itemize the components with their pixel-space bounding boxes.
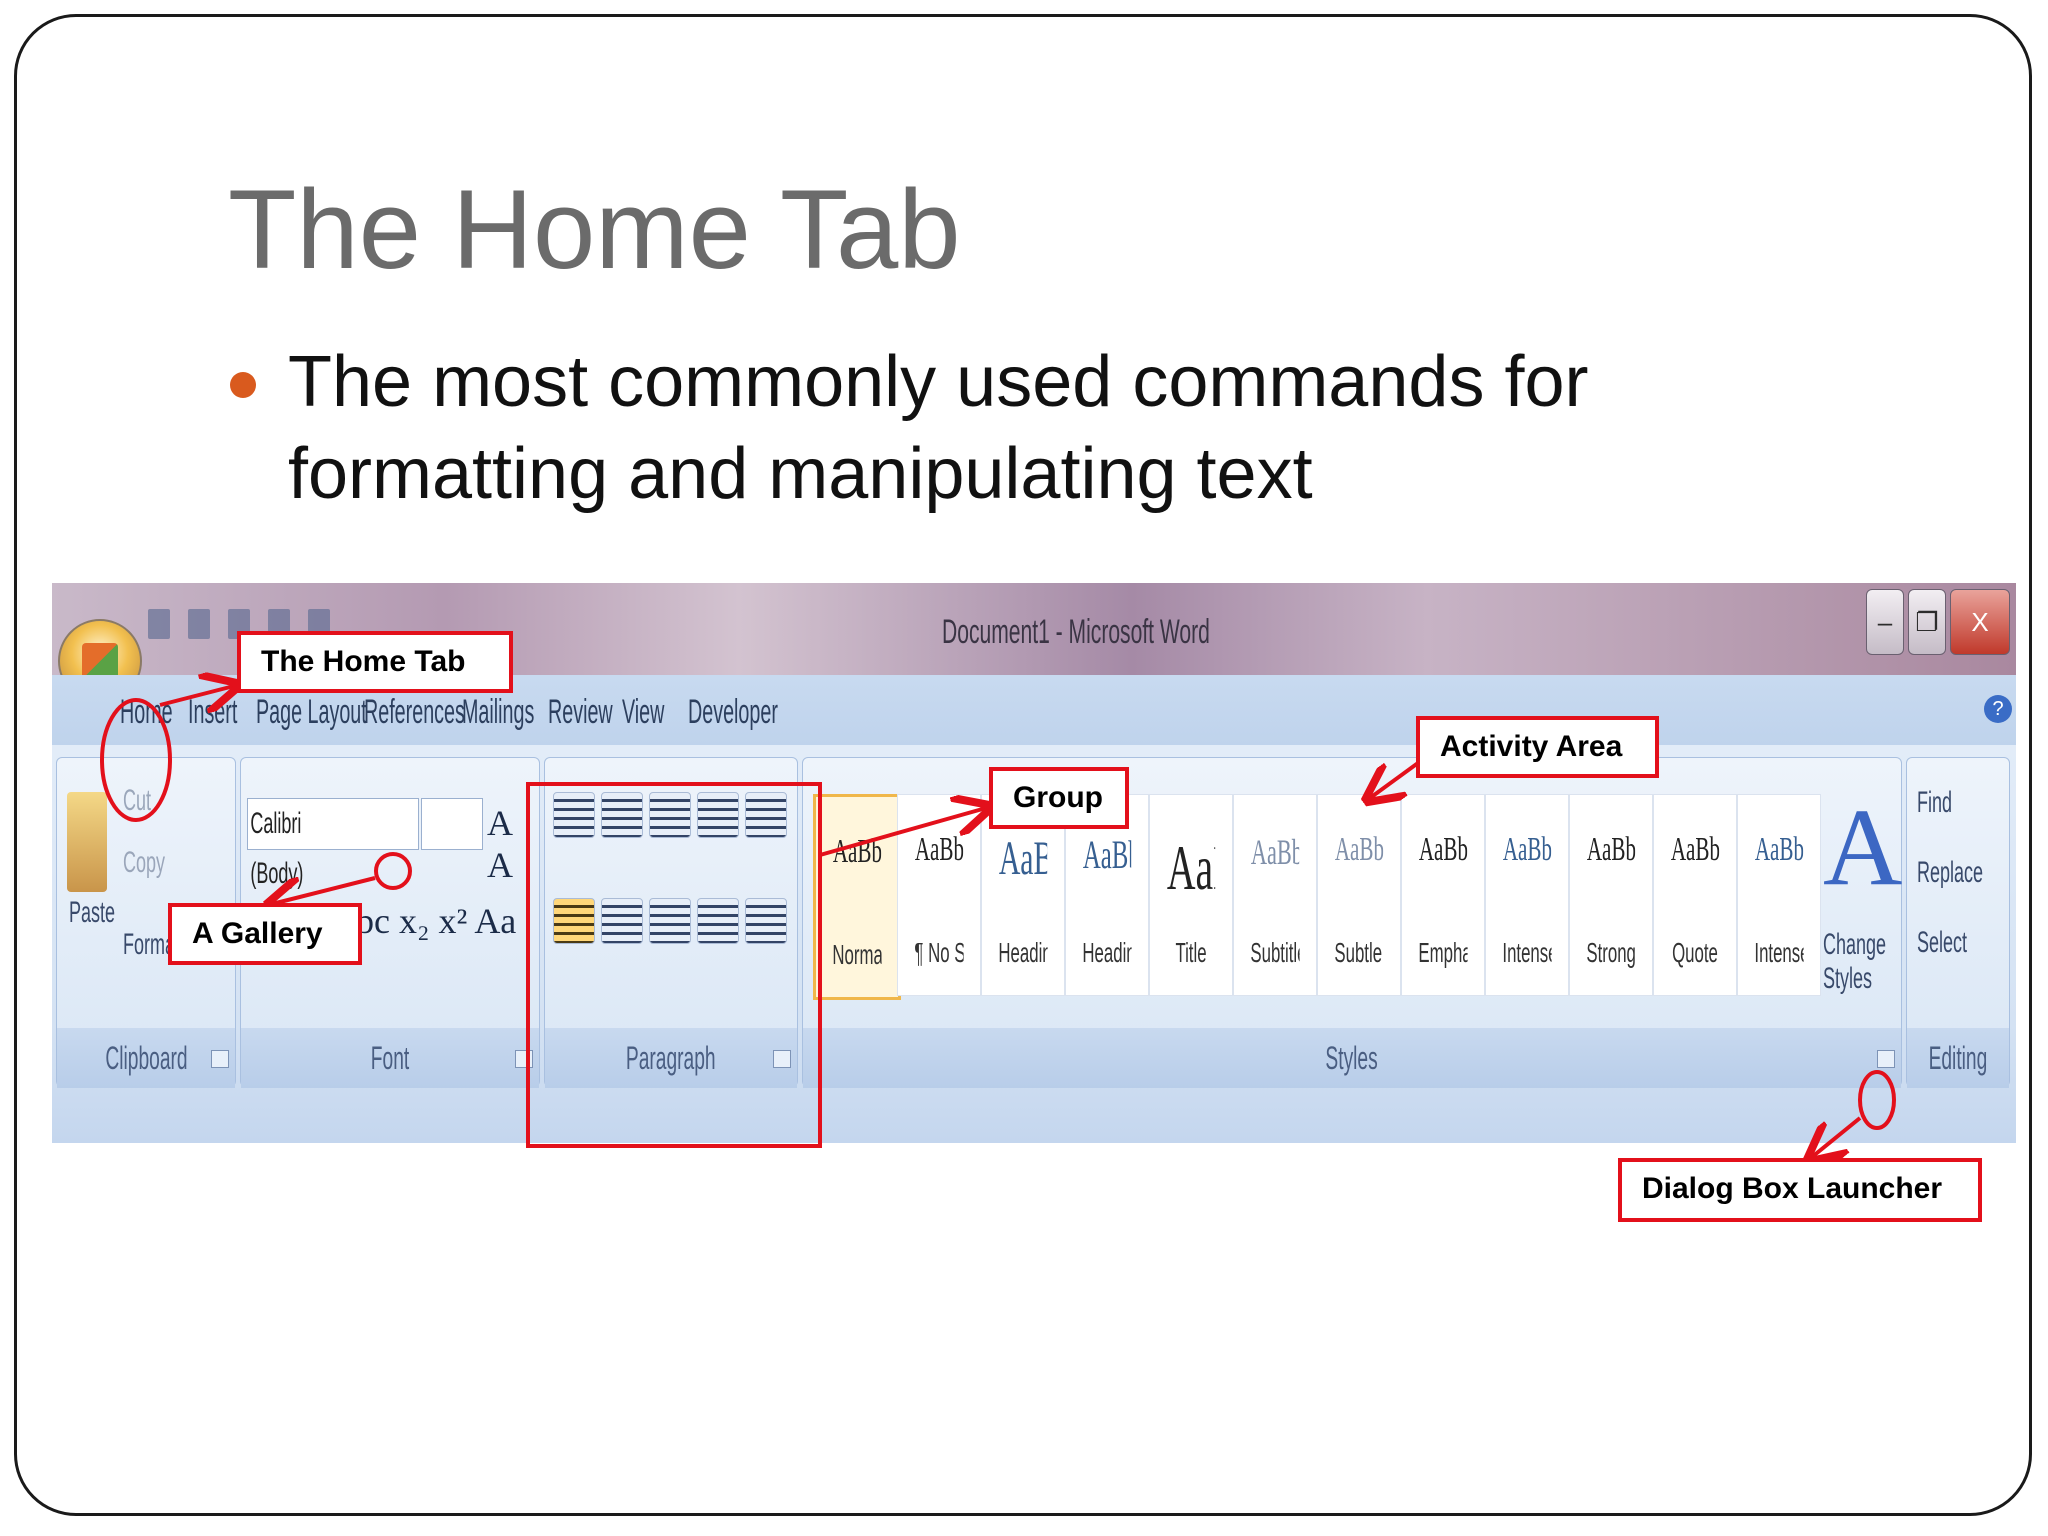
- style-name: Normal: [832, 939, 882, 970]
- clipboard-dialog-launcher[interactable]: [211, 1050, 229, 1068]
- style-name: Quote: [1672, 937, 1718, 968]
- tab-insert[interactable]: Insert: [188, 693, 237, 732]
- style-swatch[interactable]: AaBbCcDi Subtle Em...: [1317, 794, 1401, 996]
- style-sample: AaBbCcDc: [832, 833, 882, 870]
- paste-icon[interactable]: [67, 792, 107, 892]
- style-name: ¶ No Spaci...: [914, 937, 963, 968]
- window-title: Document1 - Microsoft Word: [942, 613, 1210, 651]
- copy-button[interactable]: Copy: [123, 846, 165, 880]
- change-styles-label: Change Styles: [1823, 928, 1887, 995]
- change-styles-button[interactable]: A Change Styles: [1819, 758, 1903, 1028]
- style-swatch[interactable]: AaBbCcDi Quote: [1653, 794, 1737, 996]
- replace-button[interactable]: Replace: [1917, 856, 1983, 890]
- tab-developer[interactable]: Developer: [688, 693, 778, 732]
- office-logo-icon: [82, 643, 118, 679]
- tab-mailings[interactable]: Mailings: [462, 693, 534, 732]
- group-label-styles: Styles: [803, 1028, 1901, 1088]
- style-swatch[interactable]: AaBbCcDc ¶ No Spaci...: [897, 794, 981, 996]
- window-controls: – ❐ X: [1866, 589, 2010, 655]
- style-sample: AaBbCcDi: [1418, 831, 1468, 868]
- style-sample: AaBbCcDi: [1502, 831, 1552, 868]
- style-swatch[interactable]: AaBbCcDi Intense E...: [1485, 794, 1569, 996]
- style-name: Intense Q...: [1754, 937, 1803, 968]
- style-sample: AaBbC: [998, 832, 1047, 885]
- bullet-dot: [230, 372, 256, 398]
- group-label-font: Font: [241, 1028, 539, 1088]
- grow-shrink-font[interactable]: A A: [487, 802, 539, 886]
- paste-button[interactable]: Paste: [69, 896, 115, 930]
- tab-home[interactable]: Home: [120, 693, 173, 732]
- restore-button[interactable]: ❐: [1908, 589, 1946, 655]
- save-icon[interactable]: [148, 609, 170, 639]
- style-name: Subtle Em...: [1334, 937, 1383, 968]
- group-paragraph: Paragraph: [544, 757, 798, 1088]
- undo-icon[interactable]: [188, 609, 210, 639]
- cut-button[interactable]: Cut: [123, 784, 151, 818]
- style-name: Heading 2: [1082, 937, 1131, 968]
- paragraph-align-buttons[interactable]: [553, 898, 793, 949]
- select-button[interactable]: Select: [1917, 926, 1967, 960]
- change-styles-icon: A: [1823, 786, 1903, 908]
- style-sample: AaBbCcDi: [1670, 831, 1720, 868]
- callout-group: Group: [989, 767, 1129, 829]
- font-dialog-launcher[interactable]: [515, 1050, 533, 1068]
- callout-gallery: A Gallery: [168, 903, 362, 965]
- style-sample: AaBbCcDc: [1586, 831, 1636, 868]
- styles-dialog-launcher[interactable]: [1877, 1050, 1895, 1068]
- callout-dialog-box-launcher: Dialog Box Launcher: [1618, 1158, 1982, 1222]
- close-button[interactable]: X: [1950, 589, 2010, 655]
- style-name: Title: [1175, 937, 1207, 968]
- tab-review[interactable]: Review: [548, 693, 613, 732]
- style-swatch[interactable]: AaBbCcDi Emphasis: [1401, 794, 1485, 996]
- group-label-paragraph: Paragraph: [545, 1028, 797, 1088]
- style-sample: AaBbCcDi: [1334, 831, 1384, 868]
- style-name: Strong: [1586, 937, 1636, 968]
- font-size-dropdown[interactable]: [421, 798, 483, 850]
- style-sample: AaBbCcDi: [1754, 831, 1804, 868]
- tab-references[interactable]: References: [364, 693, 465, 732]
- style-sample: AaBbCc.: [1250, 832, 1299, 872]
- tab-view[interactable]: View: [622, 693, 664, 732]
- style-sample: AaBbCc: [1082, 832, 1131, 877]
- style-swatch[interactable]: AaBbCcDc Strong: [1569, 794, 1653, 996]
- slide-title: The Home Tab: [228, 167, 961, 292]
- style-name: Emphasis: [1418, 937, 1467, 968]
- find-button[interactable]: Find: [1917, 786, 1952, 820]
- font-name-dropdown[interactable]: Calibri (Body): [247, 798, 419, 890]
- style-swatch[interactable]: AaB Title: [1149, 794, 1233, 996]
- style-name: Subtitle: [1250, 937, 1299, 968]
- style-swatch[interactable]: AaBbCcDi Intense Q...: [1737, 794, 1821, 996]
- bullet-text: The most commonly used commands for form…: [288, 342, 1589, 514]
- tab-page-layout[interactable]: Page Layout: [256, 693, 367, 732]
- group-styles: AaBbCcDcNormalAaBbCcDc¶ No Spaci...AaBbC…: [802, 757, 1903, 1088]
- style-swatch[interactable]: AaBbCcDc Normal: [813, 794, 901, 1000]
- group-editing: Find Replace Select Editing: [1906, 757, 2010, 1088]
- callout-activity-area: Activity Area: [1416, 716, 1659, 778]
- style-name: Heading 1: [998, 937, 1047, 968]
- minimize-button[interactable]: –: [1866, 589, 1904, 655]
- style-name: Intense E...: [1502, 937, 1551, 968]
- style-sample: AaBbCcDc: [914, 831, 964, 868]
- paragraph-dialog-launcher[interactable]: [773, 1050, 791, 1068]
- paragraph-list-buttons[interactable]: [553, 792, 793, 843]
- group-label-editing: Editing: [1907, 1028, 2009, 1088]
- help-icon[interactable]: ?: [1984, 695, 2012, 723]
- style-swatch[interactable]: AaBbCc. Subtitle: [1233, 794, 1317, 996]
- style-sample: AaB: [1166, 832, 1215, 903]
- group-label-clipboard: Clipboard: [57, 1028, 235, 1088]
- callout-home-tab: The Home Tab: [237, 631, 513, 693]
